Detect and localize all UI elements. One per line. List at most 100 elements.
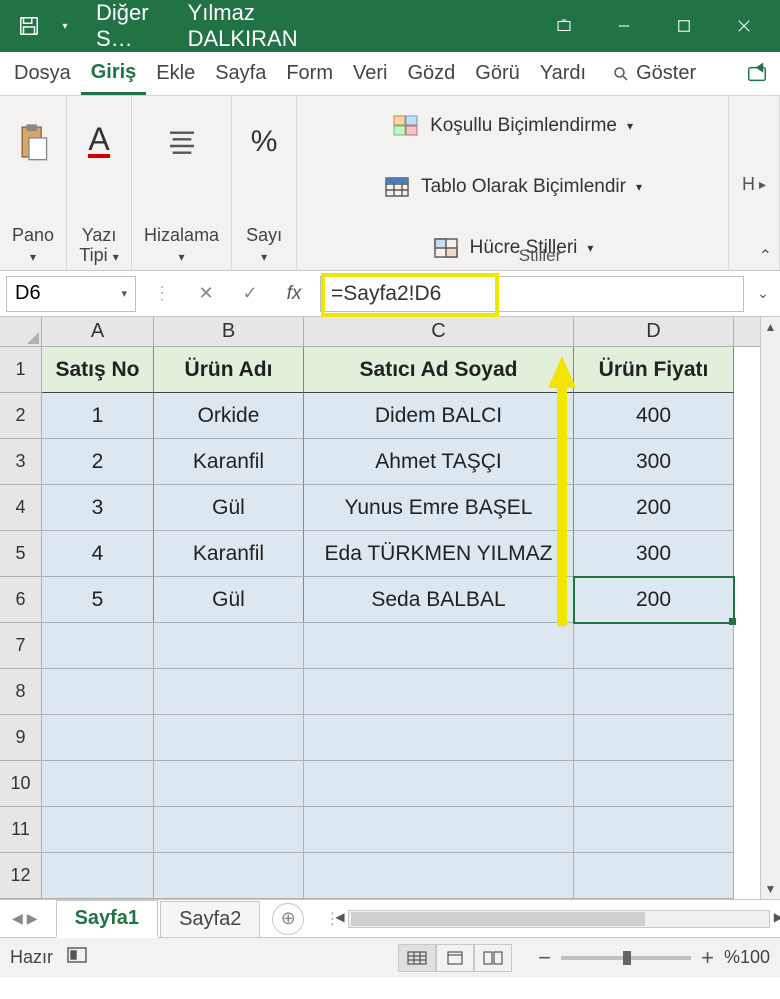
cancel-formula-button[interactable]: ✕: [188, 276, 224, 312]
col-header-A[interactable]: A: [42, 317, 154, 346]
cell-A9[interactable]: [42, 715, 154, 761]
font-button[interactable]: A: [79, 122, 119, 162]
row-header-2[interactable]: 2: [0, 393, 41, 439]
cell-C3[interactable]: Ahmet TAŞÇI: [304, 439, 574, 485]
name-box[interactable]: D6 ▾: [6, 276, 136, 312]
close-button[interactable]: [714, 0, 774, 52]
vertical-scrollbar[interactable]: ▲ ▼: [760, 317, 780, 899]
maximize-button[interactable]: [654, 0, 714, 52]
cell-C8[interactable]: [304, 669, 574, 715]
tab-dosya[interactable]: Dosya: [4, 52, 81, 95]
tell-me-search[interactable]: Göster: [602, 52, 706, 95]
row-header-8[interactable]: 8: [0, 669, 41, 715]
cell-D1[interactable]: Ürün Fiyatı: [574, 347, 734, 393]
cell-B2[interactable]: Orkide: [154, 393, 304, 439]
enter-formula-button[interactable]: ✓: [232, 276, 268, 312]
cell-C2[interactable]: Didem BALCI: [304, 393, 574, 439]
row-header-9[interactable]: 9: [0, 715, 41, 761]
cell-A7[interactable]: [42, 623, 154, 669]
col-header-B[interactable]: B: [154, 317, 304, 346]
qat-customize-dropdown[interactable]: ▾: [52, 6, 78, 46]
cell-D8[interactable]: [574, 669, 734, 715]
cell-C6[interactable]: Seda BALBAL: [304, 577, 574, 623]
tab-gozd[interactable]: Gözd: [397, 52, 465, 95]
share-button[interactable]: [734, 52, 780, 95]
cell-D7[interactable]: [574, 623, 734, 669]
cell-B11[interactable]: [154, 807, 304, 853]
cell-A12[interactable]: [42, 853, 154, 899]
cell-D3[interactable]: 300: [574, 439, 734, 485]
col-header-C[interactable]: C: [304, 317, 574, 346]
expand-formula-bar-button[interactable]: ⌄: [752, 285, 774, 302]
cell-D6[interactable]: 200: [574, 577, 734, 623]
row-header-3[interactable]: 3: [0, 439, 41, 485]
cell-A4[interactable]: 3: [42, 485, 154, 531]
row-header-5[interactable]: 5: [0, 531, 41, 577]
zoom-level[interactable]: %100: [724, 947, 770, 968]
select-all-corner[interactable]: [0, 317, 41, 347]
cell-B5[interactable]: Karanfil: [154, 531, 304, 577]
cell-A8[interactable]: [42, 669, 154, 715]
cell-D4[interactable]: 200: [574, 485, 734, 531]
cell-B10[interactable]: [154, 761, 304, 807]
page-break-view-button[interactable]: [474, 944, 512, 972]
zoom-out-button[interactable]: −: [538, 945, 551, 971]
tab-giris[interactable]: Giriş: [81, 52, 147, 95]
row-header-6[interactable]: 6: [0, 577, 41, 623]
minimize-button[interactable]: [594, 0, 654, 52]
row-header-7[interactable]: 7: [0, 623, 41, 669]
tab-veri[interactable]: Veri: [343, 52, 397, 95]
cell-B12[interactable]: [154, 853, 304, 899]
tab-sayfa[interactable]: Sayfa: [205, 52, 276, 95]
cell-D12[interactable]: [574, 853, 734, 899]
name-box-dropdown-icon[interactable]: ▾: [121, 287, 127, 300]
scroll-up-icon[interactable]: ▲: [761, 317, 780, 337]
save-button[interactable]: [6, 6, 52, 46]
cell-B4[interactable]: Gül: [154, 485, 304, 531]
row-header-4[interactable]: 4: [0, 485, 41, 531]
horizontal-scrollbar[interactable]: ◀▶: [348, 910, 770, 928]
format-as-table-button[interactable]: Tablo Olarak Biçimlendir ▾: [383, 169, 642, 205]
normal-view-button[interactable]: [398, 944, 436, 972]
cell-C11[interactable]: [304, 807, 574, 853]
tab-goru[interactable]: Görü: [465, 52, 529, 95]
number-button[interactable]: %: [244, 122, 284, 162]
cell-D11[interactable]: [574, 807, 734, 853]
collapse-ribbon-button[interactable]: ⌃: [759, 246, 772, 266]
cell-C4[interactable]: Yunus Emre BAŞEL: [304, 485, 574, 531]
paste-button[interactable]: [13, 122, 53, 162]
cell-D2[interactable]: 400: [574, 393, 734, 439]
add-sheet-button[interactable]: ⊕: [272, 903, 304, 935]
cell-C5[interactable]: Eda TÜRKMEN YILMAZ: [304, 531, 574, 577]
cell-B1[interactable]: Ürün Adı: [154, 347, 304, 393]
cell-A11[interactable]: [42, 807, 154, 853]
cell-A1[interactable]: Satış No: [42, 347, 154, 393]
ribbon-display-options[interactable]: [534, 0, 594, 52]
zoom-in-button[interactable]: +: [701, 945, 714, 971]
conditional-formatting-button[interactable]: Koşullu Biçimlendirme ▾: [392, 108, 633, 144]
row-header-1[interactable]: 1: [0, 347, 41, 393]
row-header-12[interactable]: 12: [0, 853, 41, 899]
row-header-11[interactable]: 11: [0, 807, 41, 853]
cell-C9[interactable]: [304, 715, 574, 761]
cell-C12[interactable]: [304, 853, 574, 899]
page-layout-view-button[interactable]: [436, 944, 474, 972]
cell-A3[interactable]: 2: [42, 439, 154, 485]
cell-D9[interactable]: [574, 715, 734, 761]
row-header-10[interactable]: 10: [0, 761, 41, 807]
cell-C10[interactable]: [304, 761, 574, 807]
zoom-slider[interactable]: [561, 956, 691, 960]
cell-A10[interactable]: [42, 761, 154, 807]
cell-B9[interactable]: [154, 715, 304, 761]
cell-B3[interactable]: Karanfil: [154, 439, 304, 485]
cell-C1[interactable]: Satıcı Ad Soyad: [304, 347, 574, 393]
cell-B7[interactable]: [154, 623, 304, 669]
col-header-D[interactable]: D: [574, 317, 734, 346]
cell-A2[interactable]: 1: [42, 393, 154, 439]
formula-input[interactable]: =Sayfa2!D6: [320, 276, 744, 312]
alignment-button[interactable]: [162, 122, 202, 162]
cell-B8[interactable]: [154, 669, 304, 715]
cell-D10[interactable]: [574, 761, 734, 807]
tab-yardi[interactable]: Yardı: [530, 52, 596, 95]
scroll-down-icon[interactable]: ▼: [761, 879, 780, 899]
